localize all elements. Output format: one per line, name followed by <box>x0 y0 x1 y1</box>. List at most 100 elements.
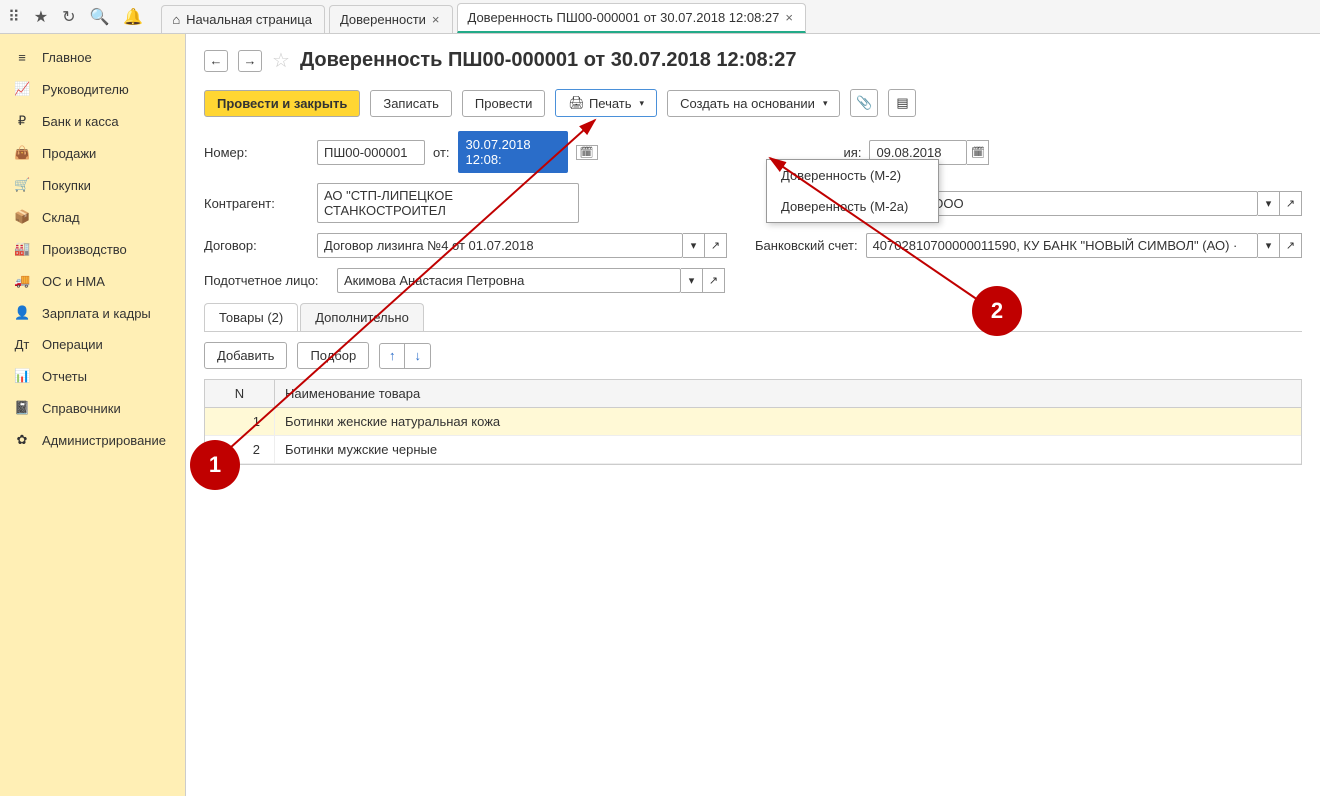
sidebar-item-catalogs[interactable]: 📓Справочники <box>0 392 185 424</box>
tab-bar: ⌂ Начальная страница Доверенности × Дове… <box>161 0 810 33</box>
star-icon[interactable]: ★ <box>34 7 48 27</box>
bell-icon[interactable]: 🔔 <box>123 7 143 27</box>
sidebar-item-bank[interactable]: ₽Банк и касса <box>0 105 185 137</box>
tab-doverennost-doc[interactable]: Доверенность ПШ00-000001 от 30.07.2018 1… <box>457 3 806 33</box>
open-icon[interactable]: ↗ <box>703 268 725 293</box>
top-toolbar: ⠿ ★ ↻ 🔍 🔔 ⌂ Начальная страница Доверенно… <box>0 0 1320 34</box>
sidebar-item-warehouse[interactable]: 📦Склад <box>0 201 185 233</box>
contract-field[interactable]: Договор лизинга №4 от 01.07.2018 <box>317 233 683 258</box>
printer-icon: 🖨 <box>568 95 585 111</box>
post-and-close-button[interactable]: Провести и закрыть <box>204 90 360 117</box>
person-field[interactable]: Акимова Анастасия Петровна <box>337 268 681 293</box>
form-row-number: Номер: ПШ00-000001 от: 30.07.2018 12:08:… <box>204 131 1302 173</box>
pick-button[interactable]: Подбор <box>297 342 369 369</box>
calendar-icon[interactable]: 🗓 <box>576 145 598 160</box>
tab-doverennosti[interactable]: Доверенности × <box>329 5 453 33</box>
gear-icon: ✿ <box>14 432 30 448</box>
bank-label: Банковский счет: <box>755 238 858 253</box>
table-row[interactable]: 1 Ботинки женские натуральная кожа <box>205 408 1301 436</box>
bars-icon: 📊 <box>14 368 30 384</box>
sidebar-item-main[interactable]: ≡Главное <box>0 42 185 73</box>
page-title: Доверенность ПШ00-000001 от 30.07.2018 1… <box>300 49 797 72</box>
chevron-down-icon: ▾ <box>823 98 828 109</box>
form-row-person: Подотчетное лицо: Акимова Анастасия Петр… <box>204 268 1302 293</box>
close-icon[interactable]: × <box>785 10 793 25</box>
sidebar-item-sales[interactable]: 👜Продажи <box>0 137 185 169</box>
table-toolbar: Добавить Подбор ↑ ↓ <box>204 332 1302 379</box>
form-row-contract: Договор: Договор лизинга №4 от 01.07.201… <box>204 233 1302 258</box>
save-button[interactable]: Записать <box>370 90 452 117</box>
print-menu: Доверенность (М-2) Доверенность (М-2а) <box>766 159 939 223</box>
sidebar-item-production[interactable]: 🏭Производство <box>0 233 185 265</box>
person-label: Подотчетное лицо: <box>204 273 329 288</box>
structure-button[interactable]: ▤ <box>888 89 916 117</box>
col-number[interactable]: N <box>205 380 275 407</box>
debit-credit-icon: Дт <box>14 337 30 352</box>
attachments-button[interactable]: 📎 <box>850 89 878 117</box>
chevron-down-icon: ▾ <box>640 98 645 109</box>
factory-icon: 🏭 <box>14 241 30 257</box>
bag-icon: 👜 <box>14 145 30 161</box>
cart-icon: 🛒 <box>14 177 30 193</box>
tab-goods[interactable]: Товары (2) <box>204 303 298 331</box>
sidebar: ≡Главное 📈Руководителю ₽Банк и касса 👜Пр… <box>0 34 186 796</box>
counterparty-field[interactable]: АО "СТП-ЛИПЕЦКОЕ СТАНКОСТРОИТЕЛ <box>317 183 579 223</box>
table-row[interactable]: 2 Ботинки мужские черные <box>205 436 1301 464</box>
dropdown-icon[interactable]: ▾ <box>681 268 703 293</box>
annotation-marker-1: 1 <box>190 440 240 490</box>
move-down-button[interactable]: ↓ <box>405 343 431 369</box>
contract-label: Договор: <box>204 238 309 253</box>
person-icon: 👤 <box>14 305 30 321</box>
open-icon[interactable]: ↗ <box>1280 233 1302 258</box>
top-icons: ⠿ ★ ↻ 🔍 🔔 <box>8 7 143 27</box>
list-icon: ≡ <box>14 50 30 65</box>
move-up-button[interactable]: ↑ <box>379 343 405 369</box>
sidebar-item-manager[interactable]: 📈Руководителю <box>0 73 185 105</box>
validity-label: ия: <box>844 145 862 160</box>
command-bar: Провести и закрыть Записать Провести 🖨 П… <box>204 89 1302 117</box>
nav-fwd-button[interactable]: → <box>238 50 262 72</box>
post-button[interactable]: Провести <box>462 90 546 117</box>
sidebar-item-payroll[interactable]: 👤Зарплата и кадры <box>0 297 185 329</box>
tab-home[interactable]: ⌂ Начальная страница <box>161 5 325 33</box>
search-icon[interactable]: 🔍 <box>89 7 109 27</box>
print-button[interactable]: 🖨 Печать ▾ <box>555 89 657 117</box>
sidebar-item-admin[interactable]: ✿Администрирование <box>0 424 185 456</box>
tab-extra[interactable]: Дополнительно <box>300 303 424 331</box>
col-name[interactable]: Наименование товара <box>275 380 1301 407</box>
dropdown-icon[interactable]: ▾ <box>1258 191 1280 216</box>
open-icon[interactable]: ↗ <box>1280 191 1302 216</box>
dropdown-icon[interactable]: ▾ <box>683 233 705 258</box>
page-header: ← → ☆ Доверенность ПШ00-000001 от 30.07.… <box>204 48 1302 73</box>
chart-icon: 📈 <box>14 81 30 97</box>
sidebar-item-assets[interactable]: 🚚ОС и НМА <box>0 265 185 297</box>
bank-field[interactable]: 40702810700000011590, КУ БАНК "НОВЫЙ СИМ… <box>866 233 1258 258</box>
tab-doverennost-doc-label: Доверенность ПШ00-000001 от 30.07.2018 1… <box>468 10 780 25</box>
home-icon: ⌂ <box>172 12 180 27</box>
menu-icon[interactable]: ⠿ <box>8 7 20 27</box>
print-menu-m2a[interactable]: Доверенность (М-2а) <box>767 191 938 222</box>
counterparty-label: Контрагент: <box>204 196 309 211</box>
date-field[interactable]: 30.07.2018 12:08: <box>458 131 568 173</box>
print-menu-m2[interactable]: Доверенность (М-2) <box>767 160 938 191</box>
number-field[interactable]: ПШ00-000001 <box>317 140 425 165</box>
ruble-icon: ₽ <box>14 113 30 129</box>
number-label: Номер: <box>204 145 309 160</box>
ot-label: от: <box>433 145 450 160</box>
dropdown-icon[interactable]: ▾ <box>1258 233 1280 258</box>
goods-table: N Наименование товара 1 Ботинки женские … <box>204 379 1302 465</box>
sidebar-item-purchases[interactable]: 🛒Покупки <box>0 169 185 201</box>
calendar-icon[interactable]: 🗓 <box>967 140 989 165</box>
add-button[interactable]: Добавить <box>204 342 287 369</box>
open-icon[interactable]: ↗ <box>705 233 727 258</box>
create-based-on-button[interactable]: Создать на основании ▾ <box>667 90 840 117</box>
annotation-marker-2: 2 <box>972 286 1022 336</box>
favorite-star-icon[interactable]: ☆ <box>272 48 290 73</box>
close-icon[interactable]: × <box>432 12 440 27</box>
history-icon[interactable]: ↻ <box>62 7 75 27</box>
content-tabs: Товары (2) Дополнительно <box>204 303 1302 332</box>
sidebar-item-operations[interactable]: ДтОперации <box>0 329 185 360</box>
sidebar-item-reports[interactable]: 📊Отчеты <box>0 360 185 392</box>
form-row-counterparty: Контрагент: АО "СТП-ЛИПЕЦКОЕ СТАНКОСТРОИ… <box>204 183 1302 223</box>
nav-back-button[interactable]: ← <box>204 50 228 72</box>
